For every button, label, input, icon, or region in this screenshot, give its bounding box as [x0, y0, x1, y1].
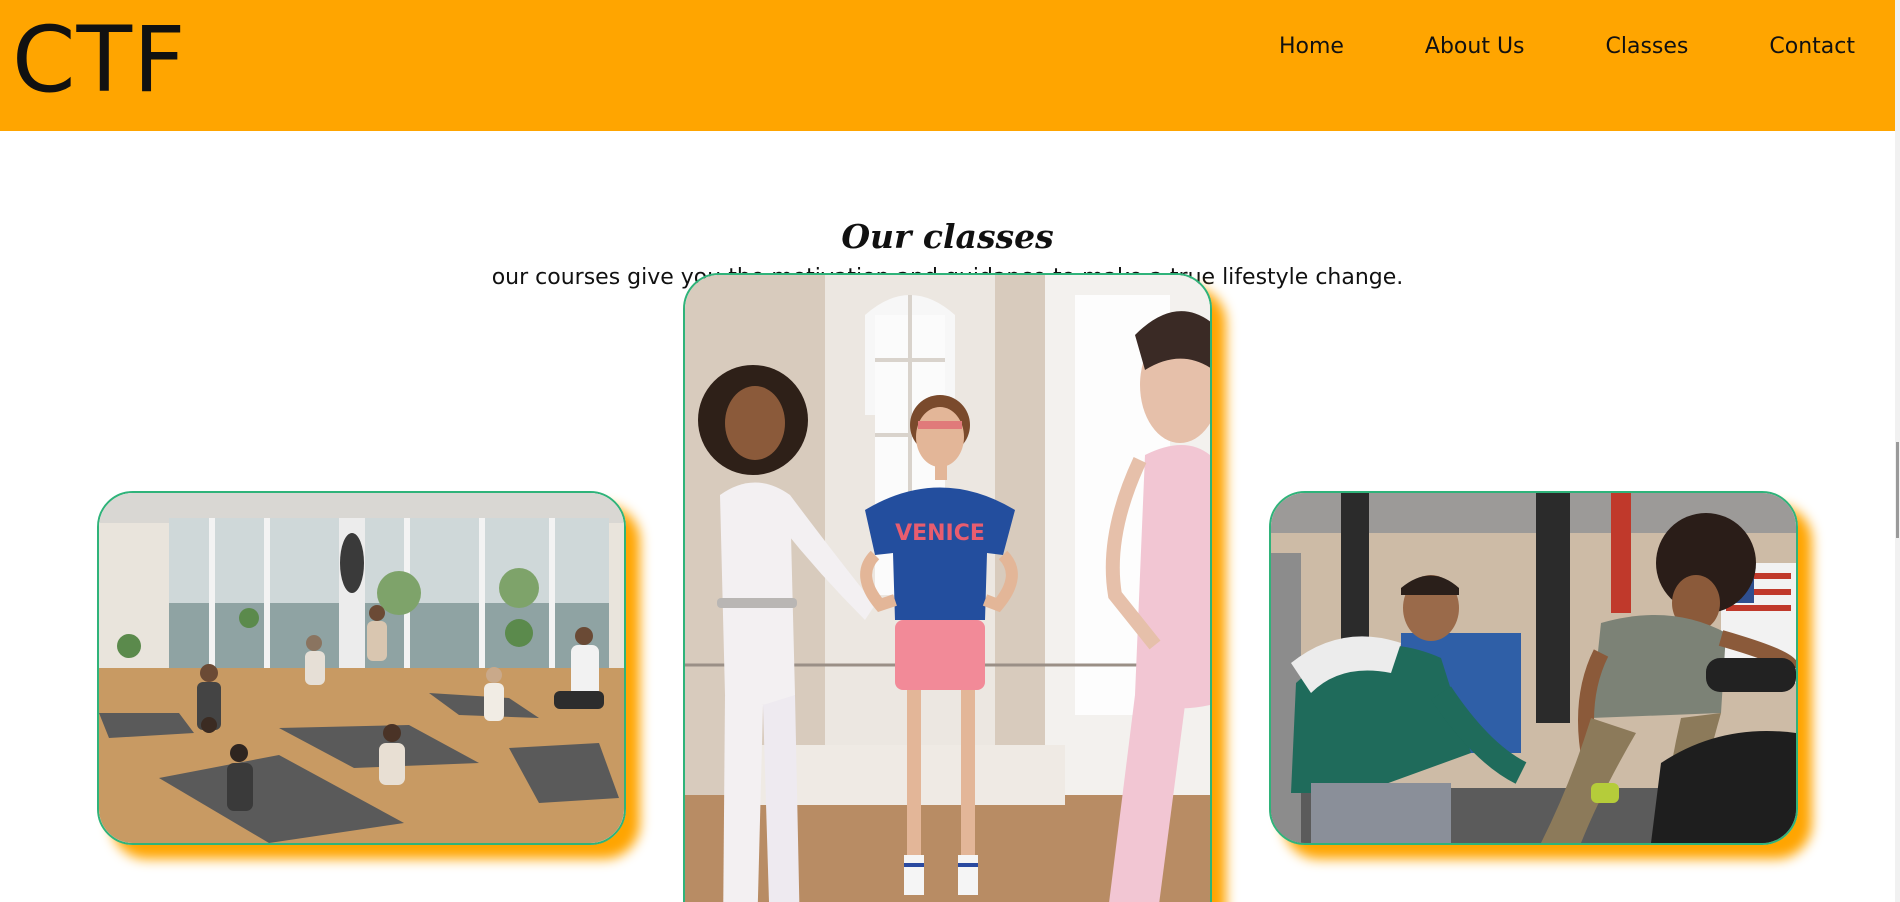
nav-link-contact[interactable]: Contact: [1769, 31, 1855, 63]
class-card-personal-training[interactable]: [1269, 491, 1798, 845]
navbar: CTF Home About Us Classes Contact: [0, 0, 1895, 131]
personal-training-photo: [1271, 493, 1796, 843]
nav-link-home[interactable]: Home: [1279, 31, 1344, 63]
nav-menu: Home About Us Classes Contact: [1198, 31, 1855, 63]
page: CTF Home About Us Classes Contact Our cl…: [0, 0, 1900, 902]
site-logo[interactable]: CTF: [12, 6, 186, 116]
aerobics-class-photo: VENICE: [685, 275, 1210, 902]
yoga-class-photo: [99, 493, 624, 843]
class-card-yoga[interactable]: [97, 491, 626, 845]
nav-link-about-us[interactable]: About Us: [1425, 31, 1525, 63]
class-card-aerobics[interactable]: VENICE: [683, 273, 1212, 902]
page-scrollbar[interactable]: [1895, 0, 1900, 902]
scrollbar-thumb[interactable]: [1896, 442, 1899, 538]
section-title: Our classes: [841, 217, 1054, 257]
nav-link-classes[interactable]: Classes: [1606, 31, 1689, 63]
shirt-text: VENICE: [895, 521, 985, 546]
